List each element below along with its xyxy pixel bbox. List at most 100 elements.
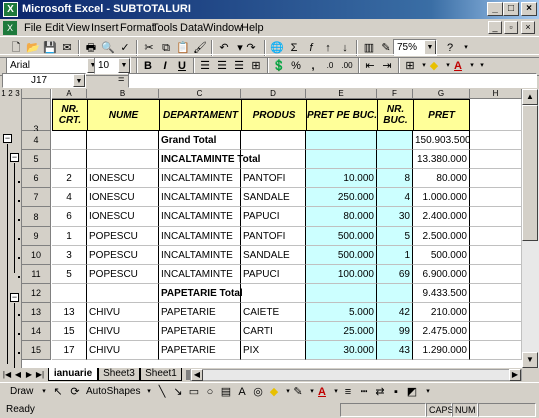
font-size-combo[interactable]: 10 ▼ — [94, 57, 131, 74]
cell-pret[interactable]: 9.433.500 — [413, 284, 470, 303]
tab-sheet1[interactable]: Sheet1 — [140, 368, 182, 381]
cell-nr-crt[interactable]: 13 — [52, 303, 87, 322]
cell-nr-buc[interactable]: 30 — [377, 207, 413, 227]
rectangle-icon[interactable]: ▭ — [186, 384, 202, 400]
tab-sheet3[interactable]: Sheet3 — [98, 368, 140, 381]
align-left-icon[interactable]: ☰ — [197, 58, 213, 74]
cell-produs[interactable] — [241, 284, 306, 303]
comma-style-icon[interactable]: , — [305, 58, 321, 74]
cell-pret[interactable]: 1.000.000 — [413, 188, 470, 207]
cell-nr-buc[interactable] — [377, 150, 413, 169]
menu-window[interactable]: Window — [203, 22, 242, 34]
scroll-thumb[interactable] — [522, 105, 538, 241]
percent-icon[interactable]: % — [288, 58, 304, 74]
cell-departament[interactable]: PAPETARIE Total — [159, 284, 243, 303]
cell-nume[interactable] — [87, 150, 159, 169]
cell-produs[interactable]: SANDALE — [241, 246, 306, 265]
cell-produs[interactable]: PAPUCI — [241, 265, 306, 284]
cell-nr-buc[interactable]: 69 — [377, 265, 413, 284]
cell-nume[interactable] — [87, 284, 159, 303]
cell-pret-pe-buc[interactable]: 30.000 — [306, 341, 377, 360]
cell-nr-crt[interactable]: 6 — [52, 207, 87, 227]
cell-h[interactable] — [470, 131, 522, 150]
next-sheet-icon[interactable]: ▶ — [24, 369, 34, 381]
cell-pret-pe-buc[interactable]: 250.000 — [306, 188, 377, 207]
cell-produs[interactable]: CAIETE — [241, 303, 306, 322]
toolbar-options-icon[interactable]: ▾ — [474, 58, 490, 74]
row-header[interactable]: 6 — [22, 169, 51, 188]
cell-nr-crt[interactable]: 15 — [52, 322, 87, 341]
cell-nr-crt[interactable] — [52, 131, 87, 150]
cell-h3[interactable] — [470, 99, 522, 131]
cell-nr-buc[interactable]: 43 — [377, 341, 413, 360]
cell-pret[interactable]: 6.900.000 — [413, 265, 470, 284]
cell-h[interactable] — [470, 227, 522, 246]
cell-nr-crt[interactable] — [52, 150, 87, 169]
cell-pret[interactable]: 500.000 — [413, 246, 470, 265]
cell-nr-buc[interactable]: 4 — [377, 188, 413, 207]
cell-nume[interactable]: IONESCU — [87, 207, 159, 227]
tab-ianuarie[interactable]: ianuarie — [48, 368, 98, 381]
cell-nr-buc[interactable]: 99 — [377, 322, 413, 341]
diagram-icon[interactable]: ◎ — [250, 384, 266, 400]
cell-nr-crt[interactable]: 1 — [52, 227, 87, 246]
horizontal-scrollbar[interactable]: ◀ ▶ — [190, 369, 522, 381]
doc-restore-button[interactable]: ▫ — [504, 21, 518, 34]
collapse-grand-total-icon[interactable]: − — [3, 134, 12, 143]
cell-pret[interactable]: 1.290.000 — [413, 341, 470, 360]
oval-icon[interactable]: ○ — [202, 384, 218, 400]
decrease-indent-icon[interactable]: ⇤ — [362, 58, 378, 74]
cell-pret-pe-buc[interactable]: 100.000 — [306, 265, 377, 284]
header-nr-crt[interactable]: NR. CRT. — [52, 99, 88, 131]
select-objects-icon[interactable]: ↖ — [50, 384, 66, 400]
cell-pret[interactable]: 150.903.500 — [413, 131, 470, 150]
increase-indent-icon[interactable]: ⇥ — [379, 58, 395, 74]
outline-level-3-button[interactable]: 3 — [14, 89, 21, 98]
scroll-down-icon[interactable]: ▼ — [522, 352, 538, 368]
scroll-up-icon[interactable]: ▲ — [522, 89, 538, 105]
cell-nr-crt[interactable]: 5 — [52, 265, 87, 284]
row-header-3[interactable]: 3 — [22, 99, 51, 134]
line-style-icon[interactable]: ≡ — [340, 384, 356, 400]
row-header[interactable]: 7 — [22, 188, 51, 207]
doc-minimize-button[interactable]: _ — [488, 21, 502, 34]
row-header[interactable]: 10 — [22, 246, 51, 265]
3d-icon[interactable]: ◩ — [404, 384, 420, 400]
font-combo[interactable]: Arial ▼ — [6, 57, 100, 74]
menu-edit[interactable]: Edit — [45, 22, 64, 34]
column-header-d[interactable]: D — [241, 89, 306, 99]
cell-nr-crt[interactable]: 4 — [52, 188, 87, 207]
minimize-button[interactable]: _ — [487, 2, 503, 16]
cell-pret[interactable]: 2.400.000 — [413, 207, 470, 227]
cell-nr-crt[interactable]: 2 — [52, 169, 87, 188]
chevron-down-icon[interactable]: ▼ — [424, 40, 436, 55]
column-header-e[interactable]: E — [306, 89, 377, 99]
cell-departament[interactable]: INCALTAMINTE — [159, 246, 241, 265]
cell-h[interactable] — [470, 303, 522, 322]
menu-insert[interactable]: Insert — [91, 22, 119, 34]
cell-h[interactable] — [470, 322, 522, 341]
cell-nume[interactable]: POPESCU — [87, 265, 159, 284]
line-icon[interactable]: ╲ — [154, 384, 170, 400]
scroll-right-icon[interactable]: ▶ — [509, 369, 521, 381]
chevron-down-icon[interactable]: ▼ — [118, 58, 130, 73]
cell-nr-buc[interactable]: 8 — [377, 169, 413, 188]
cell-nume[interactable]: CHIVU — [87, 322, 159, 341]
cell-h[interactable] — [470, 265, 522, 284]
italic-icon[interactable]: I — [157, 58, 173, 74]
cell-produs[interactable]: CARTI — [241, 322, 306, 341]
column-header-a[interactable]: A — [52, 89, 87, 99]
menu-help[interactable]: Help — [241, 22, 264, 34]
header-produs[interactable]: PRODUS — [241, 99, 307, 131]
draw-menu-button[interactable]: Draw — [10, 386, 33, 397]
worksheet[interactable]: 1 2 3 − − − ABCDEFGH 3 NR. CRT. NUME DEP… — [0, 89, 539, 368]
row-header[interactable]: 14 — [22, 322, 51, 341]
outline-level-1-button[interactable]: 1 — [0, 89, 7, 98]
cell-departament[interactable]: INCALTAMINTE — [159, 188, 241, 207]
row-header[interactable]: 12 — [22, 284, 51, 303]
cell-nr-crt[interactable] — [52, 284, 87, 303]
chevron-down-icon[interactable]: ▼ — [73, 74, 85, 87]
cell-nr-buc[interactable]: 5 — [377, 227, 413, 246]
cell-pret-pe-buc[interactable]: 500.000 — [306, 246, 377, 265]
cell-departament[interactable]: Grand Total — [159, 131, 241, 150]
